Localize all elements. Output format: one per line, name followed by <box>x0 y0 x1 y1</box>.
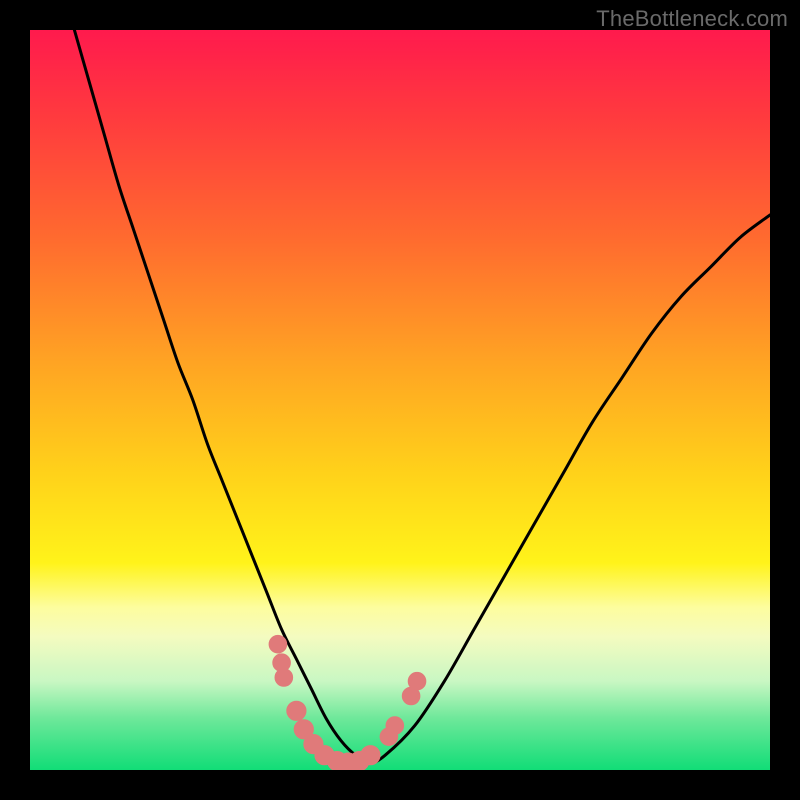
chart-svg <box>30 30 770 770</box>
data-marker <box>275 669 293 687</box>
chart-frame: TheBottleneck.com <box>0 0 800 800</box>
plot-area <box>30 30 770 770</box>
data-marker <box>408 672 426 690</box>
data-marker <box>361 746 380 765</box>
watermark-text: TheBottleneck.com <box>596 6 788 32</box>
data-marker <box>287 701 306 720</box>
data-marker <box>269 635 287 653</box>
bottleneck-curve <box>74 30 770 763</box>
data-marker <box>386 717 404 735</box>
